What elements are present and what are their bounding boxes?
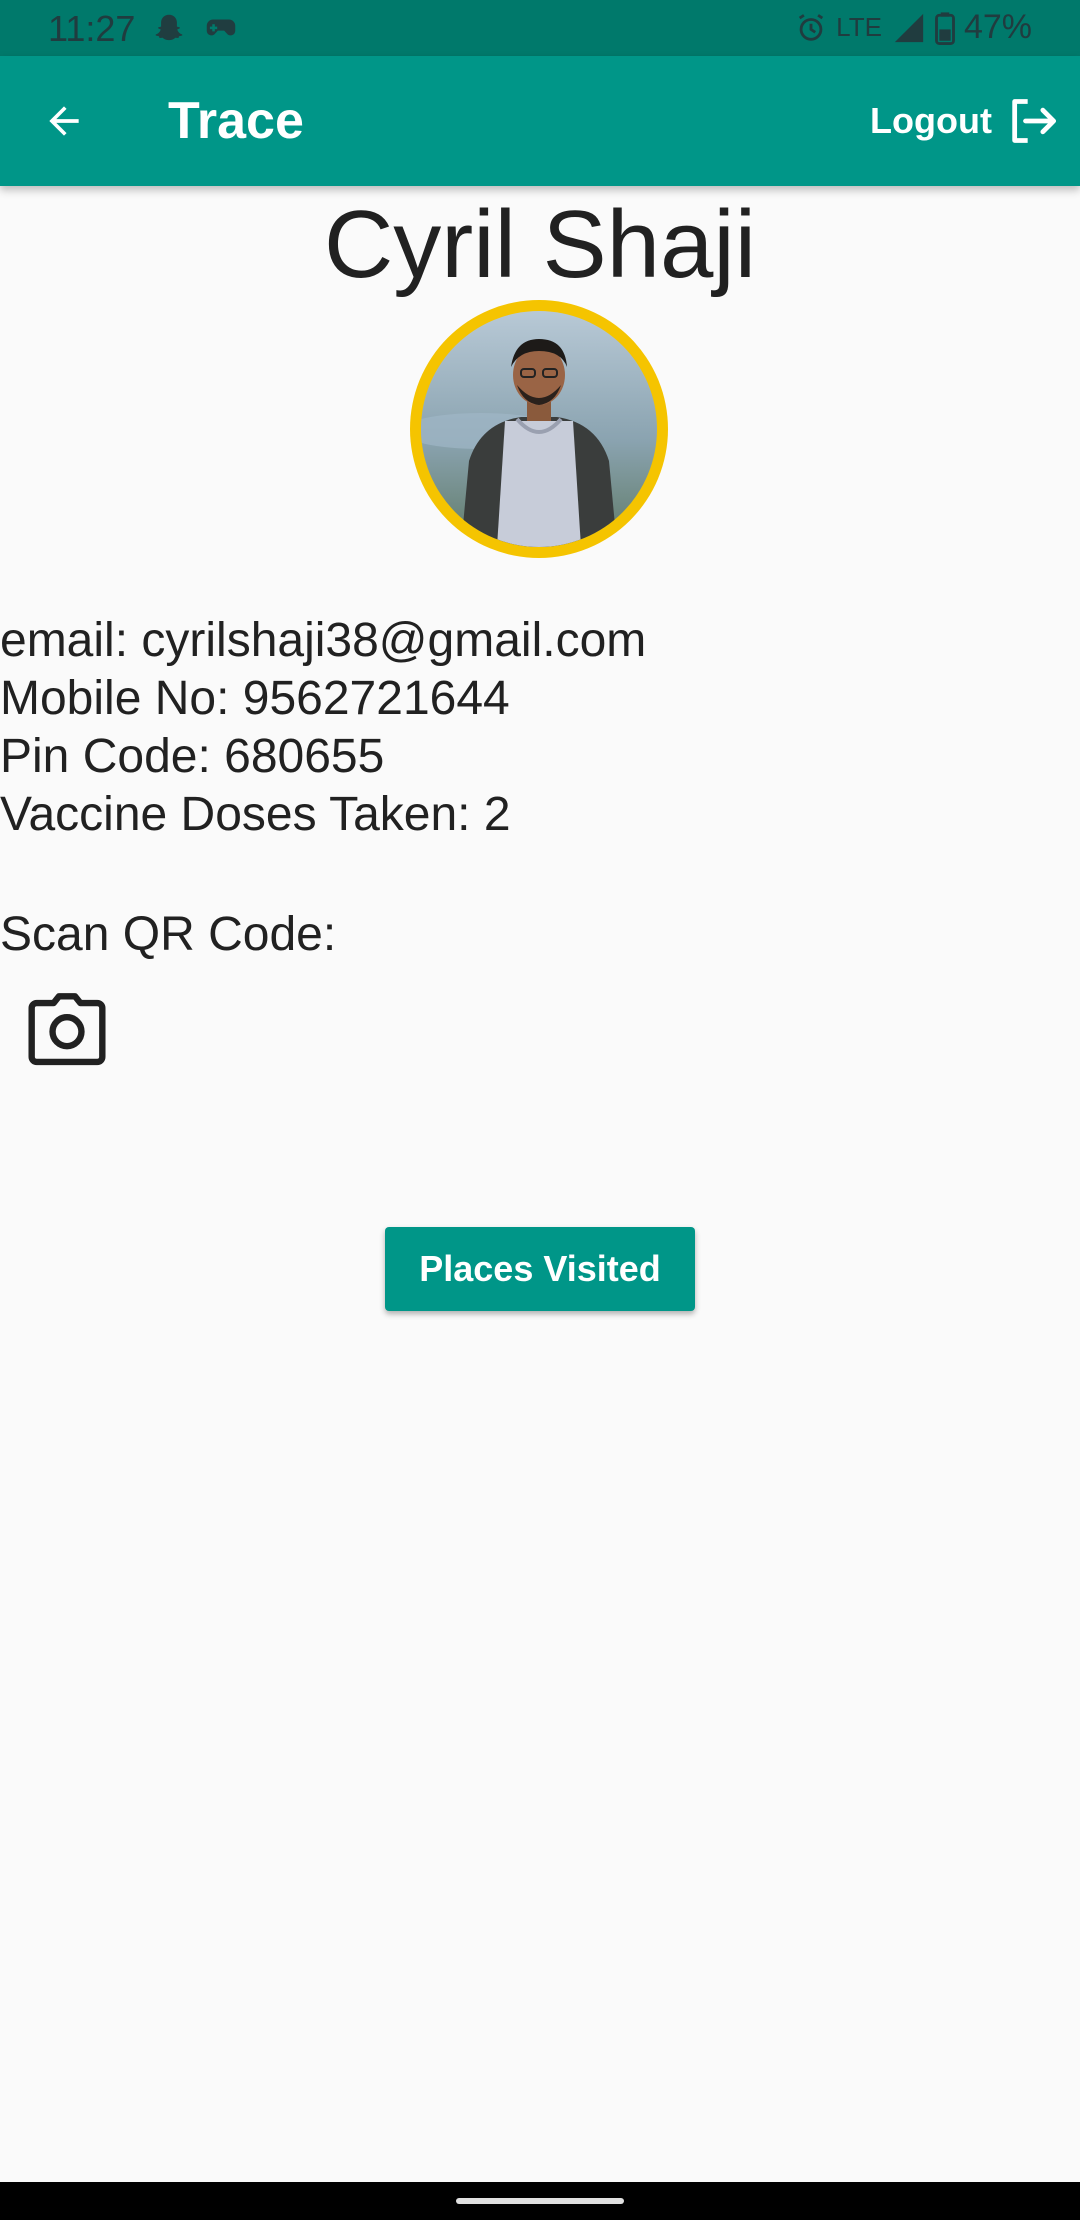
places-visited-button[interactable]: Places Visited [385,1227,695,1311]
logout-label: Logout [870,100,992,141]
network-type: LTE [836,12,882,42]
status-right-group: LTE 47% [794,8,1032,47]
profile-name: Cyril Shaji [323,191,757,298]
arrow-back-icon [49,106,79,136]
app-bar: Trace Logout [0,56,1080,186]
status-bar: 11:27 LTE 47% [0,0,1080,56]
battery-percent: 47% [963,8,1032,46]
profile-photo-icon [421,311,657,547]
signal-icon [894,13,924,42]
avatar [410,300,668,558]
alarm-icon [799,13,824,41]
scan-qr-label: Scan QR Code: [0,908,337,961]
back-button[interactable] [36,93,92,149]
game-controller-icon [206,19,236,36]
status-time: 11:27 [48,8,136,49]
pin-code-text: Pin Code: 680655 [0,730,385,783]
snapchat-icon [155,14,183,41]
logout-button[interactable]: Logout [870,93,1058,149]
camera-icon [28,993,106,1066]
scan-qr-camera-button[interactable] [22,990,112,1070]
mobile-text: Mobile No: 9562721644 [0,672,510,725]
profile-info: email: cyrilshaji38@gmail.com Mobile No:… [0,612,646,844]
battery-icon [935,11,955,45]
home-indicator[interactable] [456,2198,624,2204]
email-text: email: cyrilshaji38@gmail.com [0,614,647,667]
avatar-photo [421,311,657,547]
logout-icon [1012,99,1057,143]
vaccine-doses-text: Vaccine Doses Taken: 2 [0,788,511,841]
app-title: Trace [168,92,304,150]
system-nav-bar [0,2182,1080,2220]
